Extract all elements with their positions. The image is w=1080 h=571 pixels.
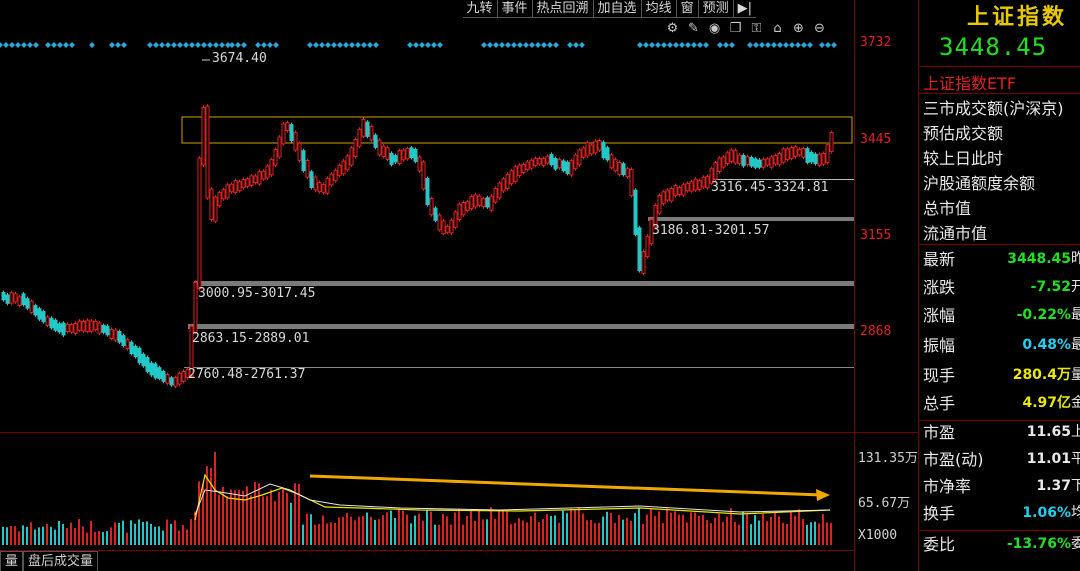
quote-row: 最新 3448.45昨 xyxy=(919,247,1080,272)
forecast-button[interactable]: 预测 xyxy=(697,0,733,18)
quote-value: 0.48% xyxy=(1022,337,1071,353)
quote-panel: 上证指数 3448.45 上证指数ETF 三市成交额(沪深京) 预估成交额 较上… xyxy=(918,0,1080,571)
quote-row: 市盈(动) 11.01平 xyxy=(919,447,1080,472)
quote-tail: 量 xyxy=(1071,363,1080,388)
gap-annotation: 2863.15-2889.01 xyxy=(192,331,310,346)
quote-tail: 金 xyxy=(1071,391,1080,416)
zoom-out-icon[interactable]: ⊖ xyxy=(811,20,828,37)
quote-row: 市盈 11.65上 xyxy=(919,420,1080,445)
quote-tail: 平 xyxy=(1071,447,1080,472)
quote-value: -7.52 xyxy=(1030,279,1071,295)
etf-link[interactable]: 上证指数ETF xyxy=(923,70,1016,94)
quote-tail: 下 xyxy=(1071,474,1080,499)
quote-value: 1.37 xyxy=(1036,478,1071,494)
quote-label: 涨幅 xyxy=(923,306,956,325)
gap-annotation: 2760.48-2761.37 xyxy=(188,367,306,382)
quote-row: 市净率 1.37下 xyxy=(919,474,1080,499)
link-total-market-cap[interactable]: 总市值 xyxy=(923,196,1064,221)
gap-bar-3186 xyxy=(648,217,854,221)
quote-label: 最新 xyxy=(923,250,956,269)
quote-row: 总手 4.97亿金 xyxy=(919,391,1080,416)
quote-tail: 均 xyxy=(1071,501,1080,526)
quote-value: 11.65 xyxy=(1026,424,1071,440)
gap-bar-2863 xyxy=(188,324,854,329)
quote-label: 现手 xyxy=(923,366,956,385)
quote-value: 11.01 xyxy=(1026,451,1071,467)
bottom-tabs: 量 盘后成交量 xyxy=(0,551,99,571)
quote-label: 委比 xyxy=(923,535,956,554)
chart-icon-bar: ⚙ ✎ ◉ ❐ ⚿ ⌂ ⊕ ⊖ xyxy=(664,20,828,37)
home-icon[interactable]: ⌂ xyxy=(769,20,786,37)
price-axis-label: 3155 xyxy=(860,228,892,243)
quote-tail: 最 xyxy=(1071,333,1080,358)
quote-label: 换手 xyxy=(923,504,956,523)
link-estimated-turnover[interactable]: 预估成交额 xyxy=(923,121,1064,146)
copy-icon[interactable]: ❐ xyxy=(727,20,744,37)
quote-row: 涨跌 -7.52开 xyxy=(919,275,1080,300)
quote-tail: 最 xyxy=(1071,303,1080,328)
link-northbound-quota[interactable]: 沪股通额度余额 xyxy=(923,171,1064,196)
tab-after-hours-volume[interactable]: 盘后成交量 xyxy=(23,551,99,571)
side-links: 三市成交额(沪深京) 预估成交额 较上日此时 沪股通额度余额 总市值 流通市值 xyxy=(923,96,1064,246)
kline-chart-area[interactable]: 九转 事件 热点回溯 加自选 均线 窗 预测 ▶| ⚙ ✎ ◉ ❐ ⚿ ⌂ ⊕ … xyxy=(0,0,918,571)
gap-annotation: 3186.81-3201.57 xyxy=(652,223,770,238)
price-axis-label: 2868 xyxy=(860,324,892,339)
quote-value: 4.97亿 xyxy=(1022,395,1071,411)
gap-annotation: 3000.95-3017.45 xyxy=(198,286,316,301)
quote-value: 3448.45 xyxy=(1007,251,1071,267)
quote-label: 总手 xyxy=(923,394,956,413)
quote-value: -0.22% xyxy=(1016,307,1071,323)
tab-volume[interactable]: 量 xyxy=(0,551,24,571)
quote-label: 市盈 xyxy=(923,423,956,442)
quote-value: 1.06% xyxy=(1022,505,1071,521)
pen-icon[interactable]: ✎ xyxy=(685,20,702,37)
trend-arrow-line xyxy=(309,474,823,497)
quote-tail: 昨 xyxy=(1071,247,1080,272)
index-title: 上证指数 xyxy=(967,5,1068,30)
quote-value: -13.76% xyxy=(1006,536,1071,552)
link-float-market-cap[interactable]: 流通市值 xyxy=(923,221,1064,246)
quote-tail: 委 xyxy=(1071,532,1080,557)
volume-axis-label: 65.67万 xyxy=(858,496,911,511)
add-watchlist-button[interactable]: 加自选 xyxy=(592,0,641,18)
link-market-turnover[interactable]: 三市成交额(沪深京) xyxy=(923,96,1064,121)
trend-arrow-head xyxy=(816,489,830,501)
lock-icon[interactable]: ⚿ xyxy=(748,20,765,37)
link-vs-yesterday[interactable]: 较上日此时 xyxy=(923,146,1064,171)
price-axis-label: 3445 xyxy=(860,132,892,147)
price-axis-label: 3732 xyxy=(860,35,892,50)
nine-turn-button[interactable]: 九转 xyxy=(462,0,497,18)
quote-row: 换手 1.06%均 xyxy=(919,501,1080,526)
volume-axis-label: X1000 xyxy=(858,528,898,543)
moving-average-button[interactable]: 均线 xyxy=(640,0,676,18)
kline-chart[interactable] xyxy=(0,0,918,571)
next-arrow-icon[interactable]: ▶| xyxy=(732,0,756,18)
eye-icon[interactable]: ◉ xyxy=(706,20,723,37)
window-button[interactable]: 窗 xyxy=(675,0,698,18)
quote-label: 市净率 xyxy=(923,477,972,496)
quote-label: 振幅 xyxy=(923,336,956,355)
peak-annotation: 3674.40 xyxy=(212,51,267,66)
gap-annotation: 3316.45-3324.81 xyxy=(711,180,829,195)
volume-axis-label: 131.35万 xyxy=(858,451,918,466)
quote-row: 涨幅 -0.22%最 xyxy=(919,303,1080,328)
quote-tail: 上 xyxy=(1071,420,1080,445)
top-toolbar: 九转 事件 热点回溯 加自选 均线 窗 预测 ▶| xyxy=(462,0,756,18)
quote-value: 280.4万 xyxy=(1012,367,1071,383)
quote-label: 市盈(动) xyxy=(923,450,984,469)
quote-row: 现手 280.4万量 xyxy=(919,363,1080,388)
quote-row: 振幅 0.48%最 xyxy=(919,333,1080,358)
quote-row: 委比 -13.76%委 xyxy=(919,532,1080,557)
quote-label: 涨跌 xyxy=(923,278,956,297)
settings-icon[interactable]: ⚙ xyxy=(664,20,681,37)
index-price: 3448.45 xyxy=(939,33,1048,61)
hotspot-replay-button[interactable]: 热点回溯 xyxy=(531,0,593,18)
quote-tail: 开 xyxy=(1071,275,1080,300)
zoom-in-icon[interactable]: ⊕ xyxy=(790,20,807,37)
event-button[interactable]: 事件 xyxy=(496,0,532,18)
